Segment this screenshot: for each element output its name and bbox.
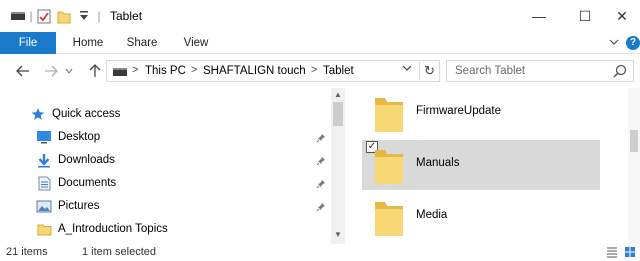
folder-icon [372,198,406,238]
nav-item-desktop[interactable]: Desktop [36,127,100,147]
nav-pane-scrollbar[interactable]: ▲ ▼ [331,88,345,244]
tab-view[interactable]: View [174,32,218,54]
new-folder-icon[interactable] [56,8,72,24]
item-count: 21 items [6,246,48,258]
folder-tile[interactable]: Media [362,192,600,242]
tab-home[interactable]: Home [66,32,110,54]
pin-icon[interactable] [316,133,326,143]
desktop-icon [36,129,52,145]
recent-locations-chevron-icon[interactable] [64,62,74,80]
scroll-thumb[interactable] [333,102,343,126]
close-icon: ✕ [616,7,628,24]
folder-tile-selected[interactable]: ✓ Manuals [362,140,600,190]
star-icon [30,106,46,122]
search-icon[interactable] [613,64,627,78]
help-icon[interactable]: ? [626,36,640,50]
system-menu-icon[interactable] [10,8,26,24]
breadcrumb-separator-icon: > [311,64,318,76]
nav-label: Pictures [58,200,100,212]
scroll-up-arrow-icon[interactable]: ▲ [331,90,345,99]
nav-label: Desktop [58,131,101,143]
tab-share[interactable]: Share [120,32,164,54]
nav-item-a-introduction-topics[interactable]: A_Introduction Topics [36,219,168,239]
scroll-down-arrow-icon[interactable]: ▼ [331,230,345,239]
pin-icon[interactable] [316,202,326,212]
refresh-icon[interactable]: ↻ [419,62,439,80]
customize-qa-dropdown-icon[interactable] [76,8,92,24]
downloads-icon [36,152,52,168]
documents-icon [36,175,52,191]
back-arrow-icon[interactable] [14,62,32,80]
nav-item-pictures[interactable]: Pictures [36,196,100,216]
ribbon: File Home Share View ? [0,32,640,54]
up-arrow-icon[interactable] [86,62,104,80]
search-box[interactable] [446,60,634,82]
qa-separator: | [29,9,33,23]
qa-separator: | [97,9,101,23]
nav-item-documents[interactable]: Documents [36,173,116,193]
file-list: FirmwareUpdate ✓ Manuals Media [350,88,640,244]
forward-arrow-icon[interactable] [42,62,60,80]
properties-icon[interactable] [36,8,52,24]
folder-name: Media [416,209,448,221]
window-title: Tablet [110,9,143,23]
nav-label: Documents [58,177,117,189]
nav-label: Quick access [52,108,121,120]
content-scrollbar[interactable] [628,88,640,244]
folder-name: FirmwareUpdate [416,105,501,117]
folder-icon [372,146,406,186]
nav-item-downloads[interactable]: Downloads [36,150,115,170]
folder-icon [36,221,52,237]
nav-item-quick-access[interactable]: Quick access [30,104,120,124]
breadcrumb-shaftalign-touch[interactable]: SHAFTALIGN touch [203,65,306,77]
nav-label: Downloads [58,154,115,166]
selection-count: 1 item selected [82,246,156,258]
search-input[interactable] [447,61,607,81]
folder-icon [372,94,406,134]
nav-label: A_Introduction Topics [58,223,168,235]
scroll-thumb[interactable] [630,130,638,152]
navigation-pane: Quick access Desktop Downloads Documents… [0,92,346,244]
folder-name: Manuals [416,157,460,169]
minimize-icon: — [532,8,546,24]
address-history-chevron-icon[interactable] [402,64,412,75]
maximize-button[interactable]: ☐ [562,0,608,32]
close-button[interactable]: ✕ [604,0,640,32]
status-bar: 21 items 1 item selected [0,244,640,261]
minimize-button[interactable]: — [516,0,562,32]
pin-icon[interactable] [316,156,326,166]
expand-ribbon-chevron-icon[interactable] [608,36,620,48]
pictures-icon [36,198,52,214]
folder-tile[interactable]: FirmwareUpdate [362,88,600,138]
breadcrumb-tablet[interactable]: Tablet [323,65,354,77]
address-bar[interactable]: > This PC > SHAFTALIGN touch > Tablet ↻ [106,60,440,82]
details-view-icon[interactable] [606,246,618,258]
pin-icon[interactable] [316,179,326,189]
maximize-icon: ☐ [578,7,592,24]
title-bar: | | Tablet — ☐ ✕ [0,0,640,32]
drive-icon [113,66,127,80]
large-icons-view-icon[interactable] [624,246,636,258]
breadcrumb-separator-icon: > [132,64,139,76]
breadcrumb-this-pc[interactable]: This PC [145,65,186,77]
breadcrumb-separator-icon: > [191,64,198,76]
tab-file[interactable]: File [0,32,56,54]
